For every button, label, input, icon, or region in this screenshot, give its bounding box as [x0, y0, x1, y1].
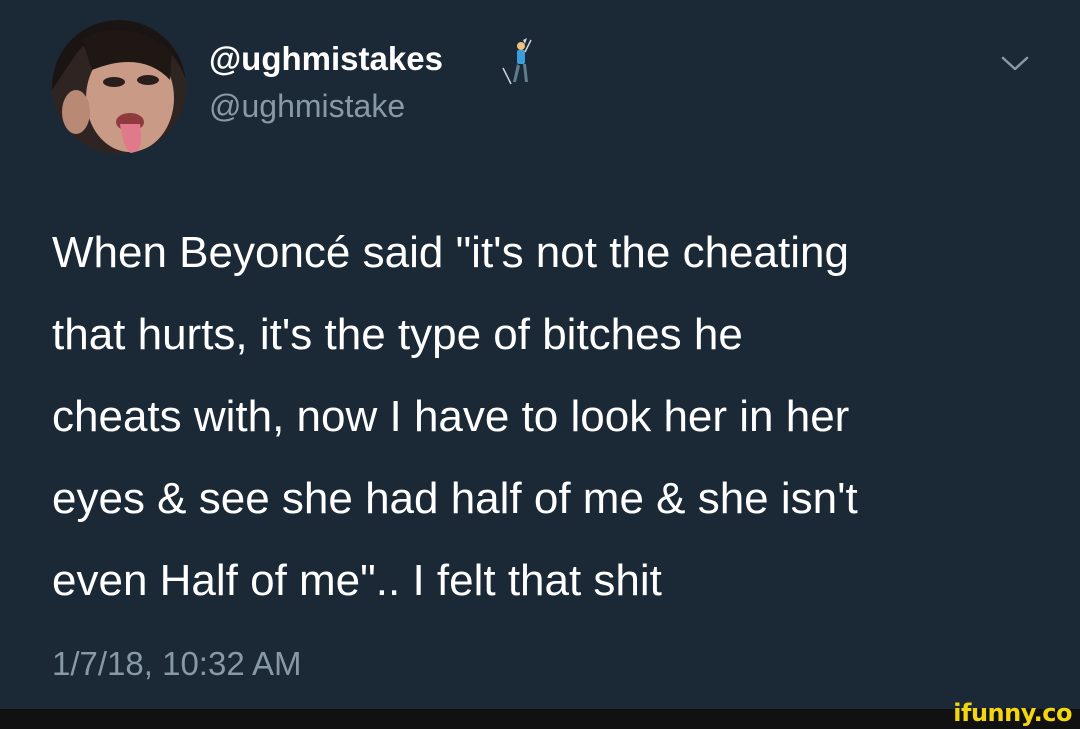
- tweet-text: When Beyoncé said "it's not the cheating…: [52, 228, 858, 605]
- ifunny-watermark: ifunny.co: [953, 699, 1072, 727]
- user-handle[interactable]: @ughmistake: [209, 88, 405, 125]
- tweet-timestamp[interactable]: 1/7/18, 10:32 AM: [52, 645, 302, 683]
- avatar[interactable]: [52, 20, 186, 154]
- display-name[interactable]: @ughmistakes: [209, 40, 443, 78]
- golfer-icon: [502, 38, 532, 85]
- tweet-card: @ughmistakes @ughmistake When Beyoncé sa…: [0, 0, 1080, 709]
- footer-bar: [0, 709, 1080, 729]
- chevron-down-icon[interactable]: [999, 52, 1031, 74]
- avatar-image: [52, 20, 186, 154]
